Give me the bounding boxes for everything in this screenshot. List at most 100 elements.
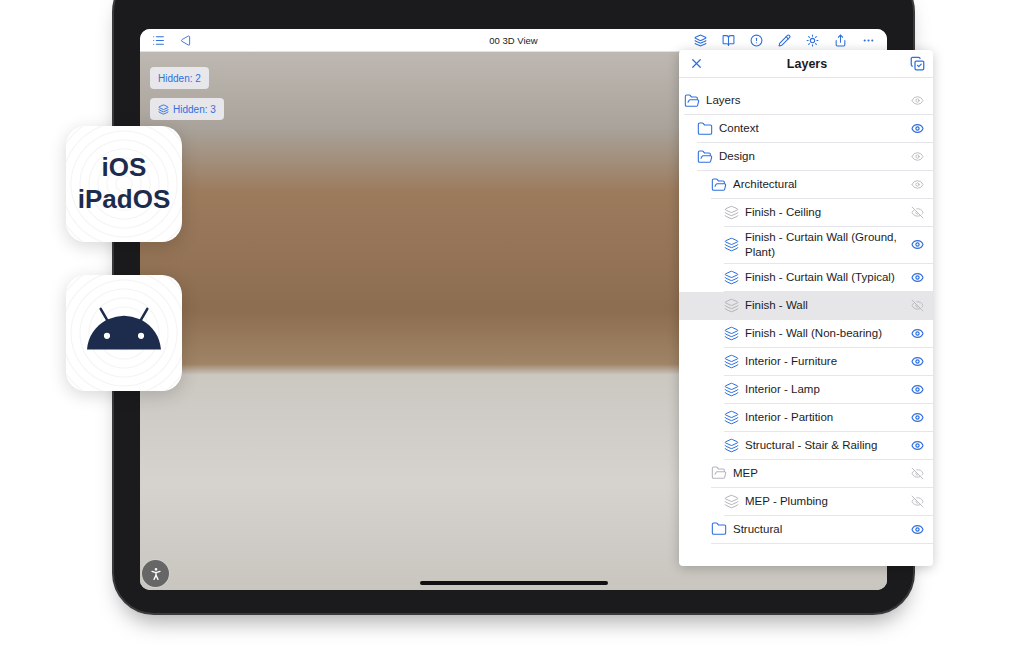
visibility-toggle[interactable] — [904, 495, 930, 508]
eye-icon[interactable] — [911, 94, 924, 107]
eye-icon[interactable] — [911, 439, 924, 452]
eye-off-icon[interactable] — [911, 467, 924, 480]
layer-row-body: Interior - Lamp — [724, 376, 933, 404]
toolbar-right — [694, 34, 875, 47]
folder-icon — [711, 521, 727, 537]
layer-label: Finish - Curtain Wall (Ground, Plant) — [745, 230, 898, 260]
layer-label: Interior - Lamp — [745, 382, 898, 397]
layer-row[interactable]: MEP — [679, 460, 933, 488]
layer-icon — [724, 237, 739, 252]
home-indicator — [420, 581, 608, 585]
platform-badge: iOSiPadOS — [66, 126, 182, 242]
layer-row[interactable]: Layers — [679, 87, 933, 115]
layer-icon — [724, 410, 739, 425]
layer-label: Layers — [706, 93, 898, 108]
walk-button[interactable] — [141, 559, 170, 588]
layer-label: Finish - Wall — [745, 298, 898, 313]
list-icon[interactable] — [152, 34, 165, 47]
hidden-chip[interactable]: Hidden: 2 — [150, 67, 209, 89]
layer-icon — [724, 382, 739, 397]
layer-row[interactable]: Context — [679, 115, 933, 143]
more-icon[interactable] — [862, 34, 875, 47]
layer-label: Context — [719, 121, 898, 136]
eye-icon[interactable] — [911, 238, 924, 251]
eye-off-icon[interactable] — [911, 206, 924, 219]
layer-row[interactable]: Design — [679, 143, 933, 171]
eye-icon[interactable] — [911, 411, 924, 424]
layer-label: Structural — [733, 522, 898, 537]
eye-icon[interactable] — [911, 327, 924, 340]
visibility-toggle[interactable] — [904, 467, 930, 480]
book-icon[interactable] — [722, 34, 735, 47]
layer-row[interactable]: Interior - Lamp — [679, 376, 933, 404]
layer-row[interactable]: Finish - Curtain Wall (Typical) — [679, 264, 933, 292]
layer-row-body: Context — [697, 115, 933, 143]
visibility-toggle[interactable] — [904, 439, 930, 452]
eye-icon[interactable] — [911, 383, 924, 396]
layers-icon[interactable] — [694, 34, 707, 47]
eye-off-icon[interactable] — [911, 495, 924, 508]
layer-row[interactable]: Finish - Wall — [679, 292, 933, 320]
layer-icon — [724, 270, 739, 285]
layer-label: Architectural — [733, 177, 898, 192]
back-icon[interactable] — [180, 35, 191, 46]
hidden-chip[interactable]: Hidden: 3 — [150, 98, 224, 120]
page: 00 3D View Hidden: 2 Hidden: 3 iOSiPadOS Lay… — [0, 0, 1024, 652]
layer-row[interactable]: Interior - Furniture — [679, 348, 933, 376]
eye-icon[interactable] — [911, 122, 924, 135]
platform-badge — [66, 275, 182, 391]
eye-icon[interactable] — [911, 271, 924, 284]
badge-text: iPadOS — [78, 184, 170, 216]
visibility-toggle[interactable] — [904, 383, 930, 396]
layer-row-body: Structural — [711, 516, 933, 544]
visibility-toggle[interactable] — [904, 150, 930, 163]
eye-icon[interactable] — [911, 150, 924, 163]
layer-label: Design — [719, 149, 898, 164]
visibility-toggle[interactable] — [904, 238, 930, 251]
eye-off-icon[interactable] — [911, 299, 924, 312]
folder-open-icon — [711, 465, 727, 481]
android-icon — [87, 296, 161, 370]
layer-label: Structural - Stair & Railing — [745, 438, 898, 453]
eye-icon[interactable] — [911, 355, 924, 368]
layer-row[interactable]: Architectural — [679, 171, 933, 199]
layer-row[interactable]: Structural — [679, 516, 933, 544]
eye-icon[interactable] — [911, 178, 924, 191]
layer-row-body: Finish - Wall — [724, 292, 933, 320]
panel-header: Layers — [679, 50, 933, 78]
visibility-toggle[interactable] — [904, 299, 930, 312]
layer-icon — [724, 326, 739, 341]
layer-row-body: Finish - Wall (Non-bearing) — [724, 320, 933, 348]
close-icon[interactable] — [689, 56, 704, 71]
visibility-toggle[interactable] — [904, 206, 930, 219]
layer-label: Interior - Partition — [745, 410, 898, 425]
folder-icon — [697, 121, 713, 137]
visibility-toggle[interactable] — [904, 271, 930, 284]
sun-icon[interactable] — [806, 34, 819, 47]
layer-label: Finish - Curtain Wall (Typical) — [745, 270, 898, 285]
visibility-toggle[interactable] — [904, 411, 930, 424]
eye-icon[interactable] — [911, 523, 924, 536]
view-title: 00 3D View — [489, 35, 537, 46]
share-icon[interactable] — [834, 34, 847, 47]
visibility-toggle[interactable] — [904, 122, 930, 135]
toolbar-left — [152, 34, 191, 47]
select-all-icon[interactable] — [910, 56, 925, 71]
layer-row[interactable]: Finish - Curtain Wall (Ground, Plant) — [679, 227, 933, 264]
layer-label: MEP — [733, 466, 898, 481]
layer-row[interactable]: MEP - Plumbing — [679, 488, 933, 516]
layer-row[interactable]: Interior - Partition — [679, 404, 933, 432]
visibility-toggle[interactable] — [904, 94, 930, 107]
visibility-toggle[interactable] — [904, 178, 930, 191]
layer-label: Finish - Wall (Non-bearing) — [745, 326, 898, 341]
visibility-toggle[interactable] — [904, 355, 930, 368]
layer-row-body: Design — [697, 143, 933, 171]
layer-row[interactable]: Finish - Ceiling — [679, 199, 933, 227]
folder-open-icon — [684, 93, 700, 109]
issue-icon[interactable] — [750, 34, 763, 47]
measure-icon[interactable] — [778, 34, 791, 47]
visibility-toggle[interactable] — [904, 327, 930, 340]
visibility-toggle[interactable] — [904, 523, 930, 536]
layer-row[interactable]: Finish - Wall (Non-bearing) — [679, 320, 933, 348]
layer-row[interactable]: Structural - Stair & Railing — [679, 432, 933, 460]
